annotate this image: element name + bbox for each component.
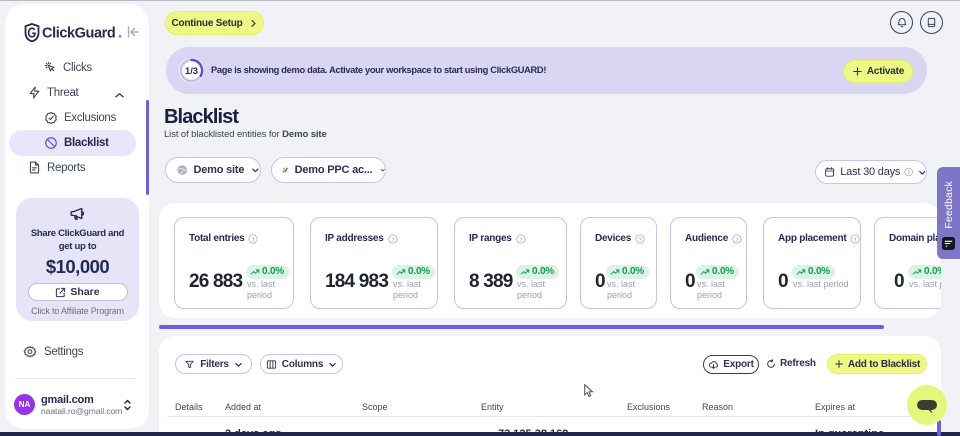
svg-text:ClickGuard: ClickGuard [42, 26, 115, 42]
svg-text:1/3: 1/3 [185, 65, 198, 75]
